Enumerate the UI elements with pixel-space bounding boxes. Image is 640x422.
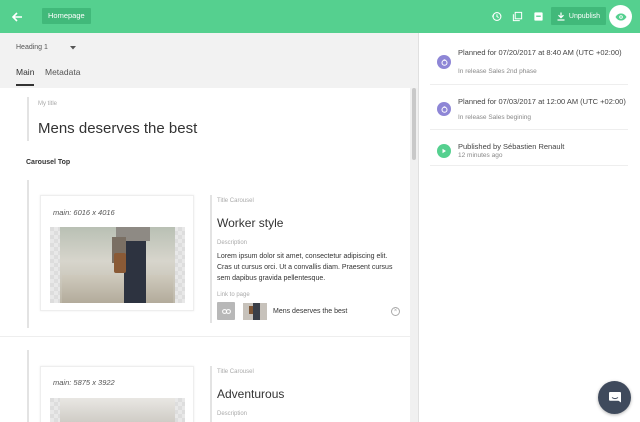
preview-button[interactable] <box>609 5 632 28</box>
tab-main[interactable]: Main <box>16 67 34 77</box>
heading-select[interactable]: Heading 1 <box>16 44 76 51</box>
history-icon <box>491 11 501 21</box>
image-size-label: main: 6016 x 4016 <box>53 208 115 217</box>
card-title-input-2[interactable]: Adventurous <box>217 387 284 401</box>
card-title-input[interactable]: Worker style <box>217 216 283 230</box>
release-subtitle: In release Sales begining <box>458 114 531 121</box>
duplicate-button[interactable] <box>510 9 524 23</box>
breadcrumb[interactable]: Homepage <box>42 8 91 24</box>
title-field-label: My title <box>38 101 58 107</box>
chat-icon <box>608 391 621 402</box>
card-text-fields-bar-2 <box>210 366 212 422</box>
play-icon <box>442 148 446 154</box>
carousel-image <box>50 227 185 303</box>
archive-icon <box>533 11 543 21</box>
arrow-left-icon <box>11 11 22 22</box>
published-item[interactable]: Published by Sébastien Renault 12 minute… <box>430 136 628 166</box>
card-description-label-2: Description <box>217 411 248 417</box>
card-divider <box>0 336 410 337</box>
top-bar: Homepage Unpublish <box>0 0 640 33</box>
title-field-bar <box>27 97 29 141</box>
close-icon: × <box>393 308 398 314</box>
card-text-fields-bar <box>210 195 212 323</box>
release-title: Planned for 07/20/2017 at 8:40 AM (UTC +… <box>458 48 622 57</box>
carousel-item-bar <box>27 180 29 328</box>
published-time: 12 minutes ago <box>458 152 503 159</box>
link-button[interactable] <box>217 302 235 320</box>
card-link-field: Mens deserves the best × <box>217 302 400 320</box>
card-description-label: Description <box>217 240 248 246</box>
carousel-section-title: Carousel Top <box>26 159 71 166</box>
release-item[interactable]: Planned for 07/20/2017 at 8:40 AM (UTC +… <box>430 41 628 85</box>
image-size-label-2: main: 5875 x 3922 <box>53 378 115 387</box>
published-title: Published by Sébastien Renault <box>458 142 565 151</box>
release-subtitle: In release Sales 2nd phase <box>458 68 537 75</box>
editor-header <box>0 33 418 88</box>
carousel-item-bar-2 <box>27 350 29 422</box>
eye-icon <box>615 13 626 20</box>
tab-metadata[interactable]: Metadata <box>45 67 80 77</box>
card-title-label: Title Carousel <box>217 198 254 204</box>
unpublish-label: Unpublish <box>568 12 601 20</box>
copy-icon <box>512 11 522 21</box>
release-title: Planned for 07/03/2017 at 12:00 AM (UTC … <box>458 97 626 106</box>
remove-link-button[interactable]: × <box>391 306 400 316</box>
archive-button[interactable] <box>531 9 545 23</box>
release-status-dot <box>437 102 451 116</box>
chat-button[interactable] <box>598 381 631 414</box>
caret-down-icon <box>69 45 76 49</box>
unpublish-button[interactable]: Unpublish <box>551 7 606 25</box>
back-button[interactable] <box>0 0 33 33</box>
title-field-input[interactable]: Mens deserves the best <box>38 120 197 137</box>
published-status-dot <box>437 144 451 158</box>
heading-select-value: Heading 1 <box>16 44 48 51</box>
scheduled-icon <box>441 105 447 113</box>
scheduled-icon <box>441 58 447 66</box>
history-button[interactable] <box>489 9 503 23</box>
card-link-label: Link to page <box>217 292 250 298</box>
link-icon <box>221 308 231 314</box>
linked-page-title[interactable]: Mens deserves the best <box>273 308 391 315</box>
editor-scroll-thumb[interactable] <box>412 88 416 160</box>
linked-page-thumbnail <box>243 302 267 320</box>
carousel-image-2 <box>50 398 185 422</box>
card-title-label-2: Title Carousel <box>217 369 254 375</box>
download-icon <box>557 12 565 21</box>
release-item[interactable]: Planned for 07/03/2017 at 12:00 AM (UTC … <box>430 90 628 130</box>
card-description-input[interactable]: Lorem ipsum dolor sit amet, consectetur … <box>217 251 395 285</box>
active-tab-indicator <box>16 84 34 86</box>
release-status-dot <box>437 55 451 69</box>
